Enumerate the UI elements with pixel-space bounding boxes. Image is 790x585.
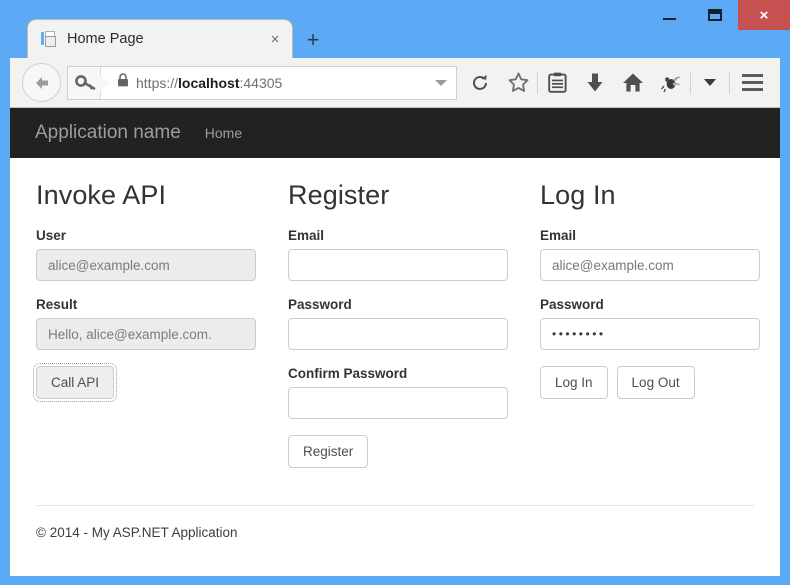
browser-menu-button[interactable] [730, 63, 774, 103]
hamburger-menu-icon [741, 74, 763, 77]
url-text: https://localhost:44305 [136, 74, 283, 91]
result-label: Result [36, 297, 78, 312]
minimize-icon [662, 17, 676, 20]
bug-icon [661, 76, 681, 92]
reload-icon [473, 74, 487, 90]
login-password-input[interactable]: •••••••• [540, 318, 760, 350]
close-icon: × [759, 6, 769, 24]
debug-button[interactable] [652, 63, 690, 103]
login-button-row: Log In Log Out [540, 366, 760, 399]
logout-button[interactable]: Log Out [616, 366, 695, 399]
site-navbar: Application name Home [10, 108, 780, 158]
column-invoke-api: Invoke API User alice@example.com Result… [32, 180, 256, 468]
site-brand[interactable]: Application name [35, 122, 181, 144]
reading-list-button[interactable] [538, 63, 576, 103]
identity-box[interactable] [68, 66, 109, 99]
result-input: Hello, alice@example.com. [36, 318, 256, 350]
new-tab-button[interactable]: + [300, 27, 326, 53]
window-controls: × [646, 0, 790, 30]
reload-button[interactable] [461, 63, 499, 103]
back-icon [35, 76, 48, 89]
download-icon [587, 73, 603, 92]
browser-tab[interactable]: Home Page × [27, 19, 293, 58]
invoke-api-heading: Invoke API [36, 180, 167, 210]
chevron-down-icon [704, 79, 716, 86]
lock-icon [117, 73, 129, 92]
close-button[interactable]: × [738, 0, 790, 30]
minimize-button[interactable] [646, 0, 692, 30]
address-bar[interactable]: https://localhost:44305 [67, 65, 457, 100]
page-icon [41, 30, 58, 48]
call-api-button[interactable]: Call API [32, 363, 118, 402]
login-email-input[interactable]: alice@example.com [540, 249, 760, 281]
login-password-label: Password [540, 297, 604, 312]
register-confirm-password-input[interactable] [288, 387, 508, 419]
register-email-input[interactable] [288, 249, 508, 281]
register-button[interactable]: Register [288, 435, 369, 468]
column-register: Register Email Password Confirm Password… [288, 180, 508, 468]
nav-link-home[interactable]: Home [205, 125, 242, 141]
login-heading: Log In [540, 180, 616, 210]
user-label: User [36, 228, 67, 243]
register-password-input[interactable] [288, 318, 508, 350]
browser-window: × Home Page × + https://localhost:44305 … [0, 0, 790, 585]
register-password-label: Password [288, 297, 352, 312]
key-icon [75, 74, 96, 90]
site-footer: © 2014 - My ASP.NET Application [36, 505, 754, 540]
tab-title: Home Page [67, 31, 144, 47]
reading-list-icon [547, 72, 567, 93]
page-viewport: Application name Home Invoke API User al… [10, 108, 780, 576]
tab-close-icon[interactable]: × [266, 30, 284, 48]
debug-dropdown-button[interactable] [691, 63, 729, 103]
columns-row: Invoke API User alice@example.com Result… [32, 180, 760, 468]
maximize-icon [708, 9, 722, 21]
title-bar: × Home Page × + [0, 0, 790, 58]
bookmark-button[interactable] [499, 63, 537, 103]
back-button[interactable] [22, 63, 61, 102]
home-button[interactable] [614, 63, 652, 103]
home-icon [623, 73, 643, 92]
login-email-label: Email [540, 228, 577, 243]
login-button[interactable]: Log In [540, 366, 608, 399]
download-button[interactable] [576, 63, 614, 103]
bookmark-star-icon [508, 72, 528, 92]
register-confirm-password-label: Confirm Password [288, 366, 408, 381]
column-login: Log In Email alice@example.com Password … [540, 180, 760, 468]
register-email-label: Email [288, 228, 325, 243]
user-input: alice@example.com [36, 249, 256, 281]
maximize-button[interactable] [692, 0, 738, 30]
browser-toolbar: https://localhost:44305 [10, 58, 780, 108]
chevron-down-icon[interactable] [435, 79, 447, 86]
page-container: Invoke API User alice@example.com Result… [10, 158, 780, 468]
register-heading: Register [288, 180, 390, 210]
